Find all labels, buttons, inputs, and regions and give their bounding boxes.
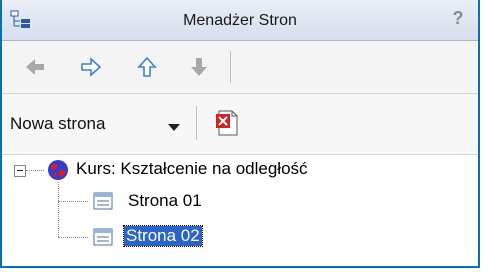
- globe-icon: [48, 160, 68, 180]
- page-icon: [93, 228, 113, 246]
- up-icon[interactable]: [136, 56, 158, 78]
- navigation-toolbar: [2, 41, 478, 94]
- tree-connector: [58, 182, 59, 237]
- page-tree: Kurs: Kształcenie na odległość Strona 01…: [2, 156, 478, 266]
- tree-item-page[interactable]: Strona 01: [126, 191, 204, 211]
- dropdown-arrow-icon[interactable]: [168, 124, 180, 131]
- new-page-button[interactable]: Nowa strona: [10, 112, 105, 136]
- toolbar-separator: [230, 51, 231, 83]
- window-title: Menadżer Stron: [183, 12, 297, 29]
- expander-icon[interactable]: [14, 165, 26, 177]
- tree-connector: [58, 201, 88, 202]
- page-icon: [93, 192, 113, 210]
- action-toolbar: Nowa strona: [2, 94, 478, 155]
- toolbar-separator: [196, 106, 197, 140]
- tree-connector: [58, 237, 88, 238]
- delete-page-icon[interactable]: [214, 108, 240, 138]
- page-manager-window: Menadżer Stron ? Nowa strona Kurs: Kszta…: [0, 0, 480, 268]
- help-icon[interactable]: ?: [448, 8, 468, 30]
- down-icon[interactable]: [188, 56, 210, 78]
- forward-icon[interactable]: [80, 56, 102, 78]
- tree-item-course[interactable]: Kurs: Kształcenie na odległość: [76, 159, 308, 179]
- tree-connector: [26, 170, 44, 171]
- title-bar[interactable]: Menadżer Stron ?: [2, 0, 478, 41]
- tree-item-page-selected[interactable]: Strona 02: [123, 225, 203, 247]
- back-icon[interactable]: [24, 56, 46, 78]
